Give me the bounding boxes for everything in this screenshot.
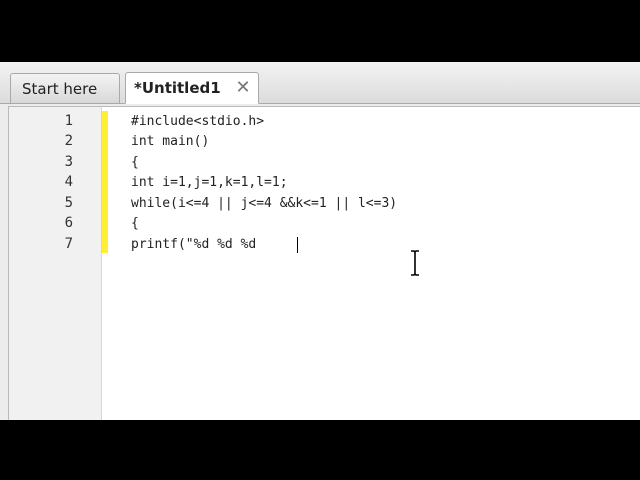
tab-start-here[interactable]: Start here: [10, 73, 120, 103]
ibeam-cursor-icon: [411, 250, 419, 276]
code-line[interactable]: int i=1,j=1,k=1,l=1;: [131, 175, 288, 190]
line-number-gutter: 1 2 3 4 5 6 7: [9, 107, 102, 421]
text-caret: [297, 237, 298, 253]
code-line[interactable]: printf("%d %d %d: [131, 237, 256, 252]
tab-untitled1[interactable]: *Untitled1 ✕: [125, 72, 259, 104]
code-text-area[interactable]: #include<stdio.h> int main() { int i=1,j…: [131, 107, 640, 421]
code-line[interactable]: int main(): [131, 134, 209, 149]
tab-label: Start here: [22, 79, 98, 98]
code-line[interactable]: while(i<=4 || j<=4 &&k<=1 || l<=3): [131, 196, 397, 211]
close-icon[interactable]: ✕: [235, 79, 251, 97]
line-number: 4: [64, 174, 73, 190]
line-number: 5: [64, 195, 73, 211]
code-line[interactable]: #include<stdio.h>: [131, 114, 264, 129]
tab-bar: Start here *Untitled1 ✕: [0, 62, 640, 104]
modified-lines-marker: [102, 111, 108, 253]
line-number: 2: [64, 133, 73, 149]
code-editor[interactable]: 1 2 3 4 5 6 7 #include<stdio.h> int main…: [8, 106, 640, 421]
line-number: 6: [64, 215, 73, 231]
line-number: 3: [64, 154, 73, 170]
line-number: 1: [64, 113, 73, 129]
code-line[interactable]: {: [131, 216, 139, 231]
ide-window: Start here *Untitled1 ✕ 1 2 3 4 5 6 7 #i…: [0, 62, 640, 421]
code-line[interactable]: {: [131, 155, 139, 170]
video-letterbox: [0, 420, 640, 480]
tab-label: *Untitled1: [134, 79, 221, 97]
line-number: 7: [64, 236, 73, 252]
